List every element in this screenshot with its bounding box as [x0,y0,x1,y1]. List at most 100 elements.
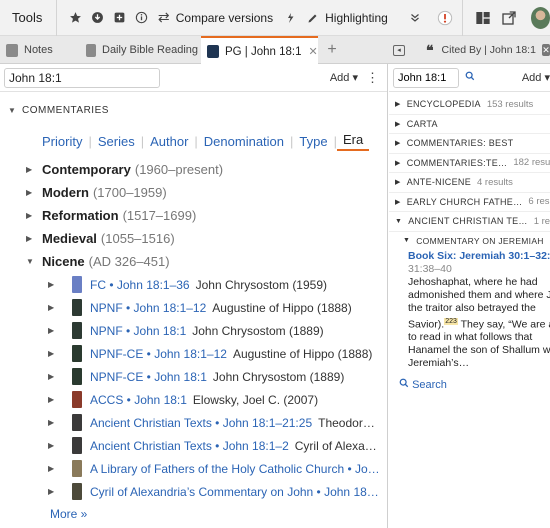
category-label: COMMENTARIES:TE… [406,157,508,168]
commentary-result-row[interactable]: ▶ NPNF-CE • John 18:1–12 Augustine of Hipp… [0,342,386,365]
commentary-result-row[interactable]: ▶ NPNF • John 18:1 John Chrysostom (1889) [0,319,386,342]
result-title[interactable]: ACCS • John 18:1 [90,393,187,407]
close-icon[interactable]: ✕ [541,44,550,56]
era-reformation[interactable]: ▶ Reformation (1517–1699) [0,204,387,227]
tab-passage-guide[interactable]: PG | John 18:1 ✕ [201,36,318,65]
cited-by-category[interactable]: ▼ ANCIENT CHRISTIAN TE… 1 resul [389,212,550,232]
result-author: Elowsky, Joel C. (2007) [192,392,319,407]
plus-square-icon[interactable] [111,9,129,27]
more-options-icon[interactable]: ⋮ [366,70,379,86]
commentary-result-row[interactable]: ▶ A Library of Fathers of the Holy Cathol… [0,457,386,480]
search-link[interactable]: Search [389,378,550,391]
era-modern[interactable]: ▶ Modern (1700–1959) [0,181,387,204]
star-icon[interactable] [67,9,85,27]
era-name: Modern [42,185,89,200]
commentary-result-row[interactable]: ▶ Cyril of Alexandria’s Commentary on Joh… [0,480,386,503]
alert-icon[interactable] [436,9,454,27]
tab-label: Daily Bible Reading [102,44,198,56]
commentaries-section-header[interactable]: ▼ COMMENTARIES [0,92,387,128]
cited-by-panel: Add ▾ ▶ ENCYCLOPEDIA 153 results ▶ CARTA ▶ COM… [389,64,550,528]
era-name: Medieval [42,231,97,246]
add-button[interactable]: Add ▾ [330,71,358,84]
pen-icon[interactable] [304,9,322,27]
footnote-marker[interactable]: 223 [444,317,458,325]
book-cover-icon [72,368,82,385]
category-label: ANTE-NICENE [406,177,471,188]
era-name: Contemporary [42,162,131,177]
cited-by-category[interactable]: ▶ EARLY CHURCH FATHE… 6 result [389,193,550,212]
result-title[interactable]: Cyril of Alexandria’s Commentary on John… [90,485,379,499]
commentary-result-row[interactable]: ▶ Ancient Christian Texts • John 18:1–21:… [0,411,386,434]
popout-icon[interactable] [501,9,517,27]
caret-right-icon: ▶ [26,188,33,197]
result-title[interactable]: NPNF • John 18:1–12 [90,301,206,315]
result-title[interactable]: FC • John 18:1–36 [90,278,190,292]
category-label: CARTA [406,118,438,129]
sort-author[interactable]: Author [144,134,194,149]
result-title[interactable]: NPNF-CE • John 18:1 [90,370,207,384]
highlighting-button[interactable]: Highlighting [325,11,388,25]
search-icon[interactable] [465,71,475,84]
passage-guide-panel: Add ▾ ⋮ ▼ COMMENTARIES Priority | Series… [0,64,388,528]
cited-by-category[interactable]: ▶ CARTA [389,115,550,134]
cited-by-reference-bar: Add ▾ [389,64,550,92]
result-title[interactable]: Ancient Christian Texts • John 18:1–21:2… [90,416,312,430]
tools-menu[interactable]: Tools [0,10,56,25]
avatar[interactable] [530,6,550,29]
download-icon[interactable] [89,9,107,27]
caret-right-icon: ▶ [26,211,33,220]
sort-type[interactable]: Type [293,134,333,149]
tab-cited-by[interactable]: ❝ Cited By | John 18:1 ✕ [420,36,550,64]
result-title[interactable]: Ancient Christian Texts • John 18:1–2 [90,439,289,453]
highlighter-icon[interactable] [281,9,299,27]
book-cover-icon [72,437,82,454]
result-title[interactable]: NPNF-CE • John 18:1–12 [90,347,227,361]
result-title[interactable]: A Library of Fathers of the Holy Catholi… [90,462,380,476]
layout-icon[interactable] [475,9,491,27]
sort-priority[interactable]: Priority [42,134,88,149]
cited-by-category[interactable]: ▶ COMMENTARIES: BEST [389,134,550,154]
commentary-result-row[interactable]: ▶ FC • John 18:1–36 John Chrysostom (1959) [0,273,386,296]
result-title[interactable]: NPNF • John 18:1 [90,324,186,338]
tab-notes[interactable]: Notes [0,36,76,64]
result-author: Cyril of Alexa… [294,438,377,453]
era-contemporary[interactable]: ▶ Contemporary (1960–present) [0,158,387,181]
tab-label: Cited By | John 18:1 [441,44,536,56]
caret-right-icon: ▶ [48,280,55,289]
tab-daily-bible-reading[interactable]: Daily Bible Reading [80,36,198,64]
era-medieval[interactable]: ▶ Medieval (1055–1516) [0,227,387,250]
new-tab-button[interactable]: + [322,36,342,64]
cited-by-category[interactable]: ▶ ANTE-NICENE 4 results [389,173,550,193]
caret-right-icon: ▶ [395,120,401,128]
cited-by-category[interactable]: ▶ COMMENTARIES:TE… 182 results [389,154,550,173]
sort-series[interactable]: Series [92,134,141,149]
reference-input[interactable] [393,67,459,88]
chevron-double-down-icon[interactable] [406,9,424,27]
era-range: (AD 326–451) [88,254,170,269]
commentary-result-row[interactable]: ▶ NPNF • John 18:1–12 Augustine of Hippo (… [0,296,386,319]
commentary-result-row[interactable]: ▶ NPNF-CE • John 18:1 John Chrysostom (188… [0,365,386,388]
caret-right-icon: ▶ [395,179,401,187]
commentary-on-jeremiah-header[interactable]: ▼ COMMENTARY ON JEREMIAH 1 [389,232,550,250]
book-cover-icon [72,276,82,293]
sort-denomination[interactable]: Denomination [198,134,290,149]
more-link[interactable]: More » [0,503,387,525]
compare-icon[interactable]: ⇄ [155,9,173,27]
close-icon[interactable]: ✕ [309,45,318,58]
era-nicene[interactable]: ▼ Nicene (AD 326–451) [0,250,387,273]
result-count: 6 result [528,196,550,208]
compare-versions-button[interactable]: Compare versions [176,11,273,25]
commentary-result-row[interactable]: ▶ Ancient Christian Texts • John 18:1–2 Cy… [0,434,386,457]
collapse-panel-button[interactable]: ◂ [389,36,409,64]
era-name: Reformation [42,208,119,223]
cited-by-category[interactable]: ▶ ENCYCLOPEDIA 153 results [389,95,550,115]
caret-down-icon: ▼ [26,257,34,266]
caret-right-icon: ▶ [48,464,55,473]
sort-era[interactable]: Era [336,132,370,151]
citation-title[interactable]: Book Six: Jeremiah 30:1–32:34 [408,250,550,263]
era-name: Nicene [42,254,85,269]
reference-input[interactable] [4,67,160,88]
commentary-result-row[interactable]: ▶ ACCS • John 18:1 Elowsky, Joel C. (2007) [0,388,386,411]
add-button[interactable]: Add ▾ [522,71,550,84]
info-icon[interactable] [133,9,151,27]
